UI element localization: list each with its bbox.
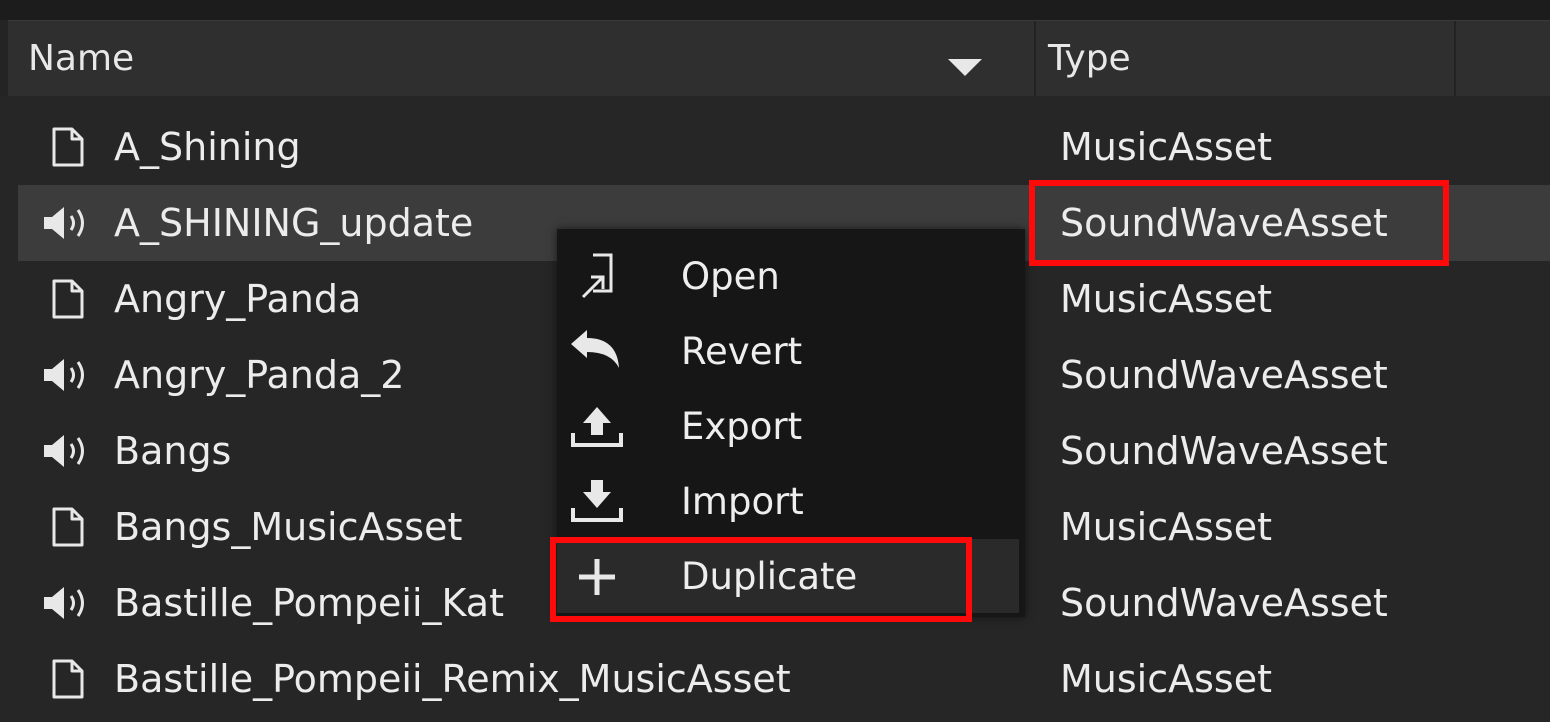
asset-name: Angry_Panda: [114, 277, 362, 321]
asset-name: Angry_Panda_2: [114, 353, 405, 397]
column-divider[interactable]: [1454, 21, 1456, 96]
table-row[interactable]: Bastille_Pompeii_Remix_MusicAsset MusicA…: [18, 641, 1550, 717]
asset-type: MusicAsset: [1060, 277, 1272, 321]
asset-name: Bastille_Pompeii_Kat: [114, 581, 504, 625]
context-menu: Open Revert Export Import Duplicate: [557, 229, 1025, 617]
menu-item-revert[interactable]: Revert: [557, 314, 1019, 388]
speaker-icon: [44, 435, 84, 467]
speaker-icon: [44, 359, 84, 391]
asset-name: Bangs_MusicAsset: [114, 505, 463, 549]
export-icon: [571, 407, 623, 447]
menu-item-import[interactable]: Import: [557, 464, 1019, 538]
menu-item-duplicate[interactable]: Duplicate: [557, 539, 1019, 613]
asset-type: MusicAsset: [1060, 505, 1272, 549]
sort-descending-icon[interactable]: [948, 59, 982, 76]
column-divider[interactable]: [1034, 21, 1036, 96]
asset-type: SoundWaveAsset: [1060, 581, 1388, 625]
revert-icon: [571, 330, 619, 368]
import-icon: [571, 480, 623, 522]
document-icon: [52, 507, 84, 547]
menu-item-open[interactable]: Open: [557, 239, 1019, 313]
column-header-type[interactable]: Type: [1048, 21, 1448, 96]
asset-type: SoundWaveAsset: [1060, 201, 1388, 245]
table-row[interactable]: A_Shining MusicAsset: [18, 109, 1550, 185]
top-panel-strip: [0, 0, 1550, 20]
asset-type: SoundWaveAsset: [1060, 429, 1388, 473]
document-icon: [52, 127, 84, 167]
column-header-name[interactable]: Name: [28, 21, 1028, 96]
document-icon: [52, 279, 84, 319]
speaker-icon: [44, 207, 84, 239]
asset-type: MusicAsset: [1060, 657, 1272, 701]
speaker-icon: [44, 587, 84, 619]
asset-name: A_SHINING_update: [114, 201, 474, 245]
asset-type: MusicAsset: [1060, 125, 1272, 169]
plus-icon: [579, 559, 615, 595]
asset-name: Bastille_Pompeii_Remix_MusicAsset: [114, 657, 791, 701]
document-icon: [52, 659, 84, 699]
asset-name: A_Shining: [114, 125, 301, 169]
open-icon: [581, 253, 613, 299]
menu-item-export[interactable]: Export: [557, 389, 1019, 463]
asset-name: Bangs: [114, 429, 232, 473]
asset-type: SoundWaveAsset: [1060, 353, 1388, 397]
table-header: Name Type: [8, 20, 1550, 96]
